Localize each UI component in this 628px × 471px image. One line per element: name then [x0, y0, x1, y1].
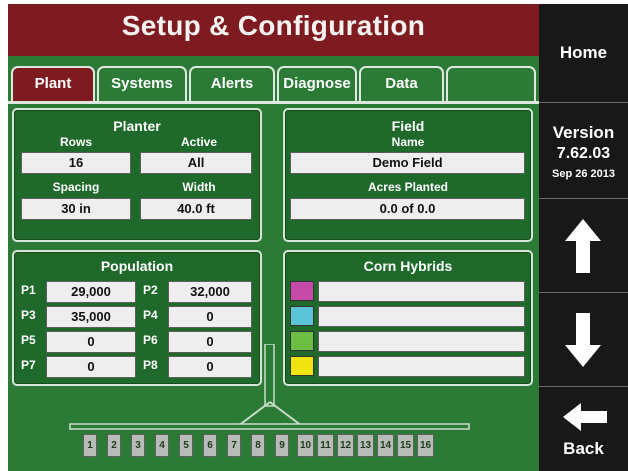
tab-strip: Plant Systems Alerts Diagnose Data	[8, 56, 539, 102]
home-button[interactable]: Home	[539, 4, 628, 102]
row-unit-13[interactable]: 13	[357, 434, 374, 457]
title-bar: Setup & Configuration	[8, 4, 539, 56]
p4-field[interactable]: 0	[168, 306, 252, 328]
row-unit-12[interactable]: 12	[337, 434, 354, 457]
rows-field[interactable]: 16	[21, 152, 131, 174]
arrow-left-icon	[563, 403, 607, 431]
hybrid-field-2[interactable]	[318, 306, 525, 327]
tab-divider	[8, 101, 539, 104]
active-label: Active	[180, 135, 218, 149]
back-button[interactable]: Back	[539, 386, 628, 471]
planter-title: Planter	[113, 118, 161, 134]
planter-panel: Planter Rows Active 16 All Spacing Width…	[12, 108, 262, 242]
row-unit-6[interactable]: 6	[203, 434, 217, 457]
name-label: Name	[391, 135, 425, 149]
p1-field[interactable]: 29,000	[46, 281, 136, 303]
row-unit-5[interactable]: 5	[179, 434, 193, 457]
row-unit-10[interactable]: 10	[297, 434, 314, 457]
field-title: Field	[391, 118, 425, 134]
row-unit-4[interactable]: 4	[155, 434, 169, 457]
hitch-brace-left	[237, 401, 271, 427]
hybrid-color-1[interactable]	[290, 281, 314, 301]
tab-systems[interactable]: Systems	[97, 66, 187, 102]
field-name[interactable]: Demo Field	[290, 152, 525, 174]
back-label: Back	[563, 439, 604, 458]
row-unit-7[interactable]: 7	[227, 434, 241, 457]
tab-plant[interactable]: Plant	[11, 66, 95, 102]
p4-label: P4	[143, 308, 158, 322]
main-area: Setup & Configuration Plant Systems Aler…	[8, 4, 539, 471]
spacing-field[interactable]: 30 in	[21, 198, 131, 220]
row-unit-14[interactable]: 14	[377, 434, 394, 457]
arrow-down-icon	[565, 313, 601, 367]
p3-field[interactable]: 35,000	[46, 306, 136, 328]
p1-label: P1	[21, 283, 36, 297]
rows-label: Rows	[59, 135, 92, 149]
arrow-up-icon	[565, 219, 601, 273]
row-unit-1[interactable]: 1	[83, 434, 97, 457]
active-field[interactable]: All	[140, 152, 252, 174]
row-unit-2[interactable]: 2	[107, 434, 121, 457]
row-unit-9[interactable]: 9	[275, 434, 289, 457]
acres-field: 0.0 of 0.0	[290, 198, 525, 220]
hybrid-color-2[interactable]	[290, 306, 314, 326]
tab-alerts[interactable]: Alerts	[189, 66, 275, 102]
hybrids-title: Corn Hybrids	[363, 258, 453, 274]
scroll-up-button[interactable]	[539, 198, 628, 292]
row-unit-15[interactable]: 15	[397, 434, 414, 457]
toolbar-beam	[69, 423, 470, 430]
row-unit-11[interactable]: 11	[317, 434, 334, 457]
hitch-brace-right	[269, 401, 303, 427]
home-label: Home	[559, 43, 608, 62]
spacing-label: Spacing	[52, 180, 100, 194]
version-panel: Version 7.62.03 Sep 26 2013	[539, 102, 628, 198]
acres-label: Acres Planted	[367, 180, 449, 194]
field-panel: Field Name Demo Field Acres Planted 0.0 …	[283, 108, 533, 242]
row-unit-8[interactable]: 8	[251, 434, 265, 457]
p3-label: P3	[21, 308, 36, 322]
version-number: 7.62.03	[556, 145, 611, 162]
tab-diagnose[interactable]: Diagnose	[277, 66, 357, 102]
population-title: Population	[100, 258, 174, 274]
hitch-tongue	[264, 344, 275, 407]
hybrid-field-1[interactable]	[318, 281, 525, 302]
tab-data[interactable]: Data	[359, 66, 444, 102]
p2-label: P2	[143, 283, 158, 297]
version-date: Sep 26 2013	[552, 168, 615, 180]
row-unit-3[interactable]: 3	[131, 434, 145, 457]
p2-field[interactable]: 32,000	[168, 281, 252, 303]
page-title: Setup & Configuration	[121, 10, 426, 41]
version-title: Version	[552, 123, 615, 142]
scroll-down-button[interactable]	[539, 292, 628, 386]
width-field[interactable]: 40.0 ft	[140, 198, 252, 220]
row-unit-16[interactable]: 16	[417, 434, 434, 457]
sidebar: Home Version 7.62.03 Sep 26 2013 Back	[539, 4, 628, 471]
width-label: Width	[182, 180, 216, 194]
tab-blank[interactable]	[446, 66, 536, 102]
